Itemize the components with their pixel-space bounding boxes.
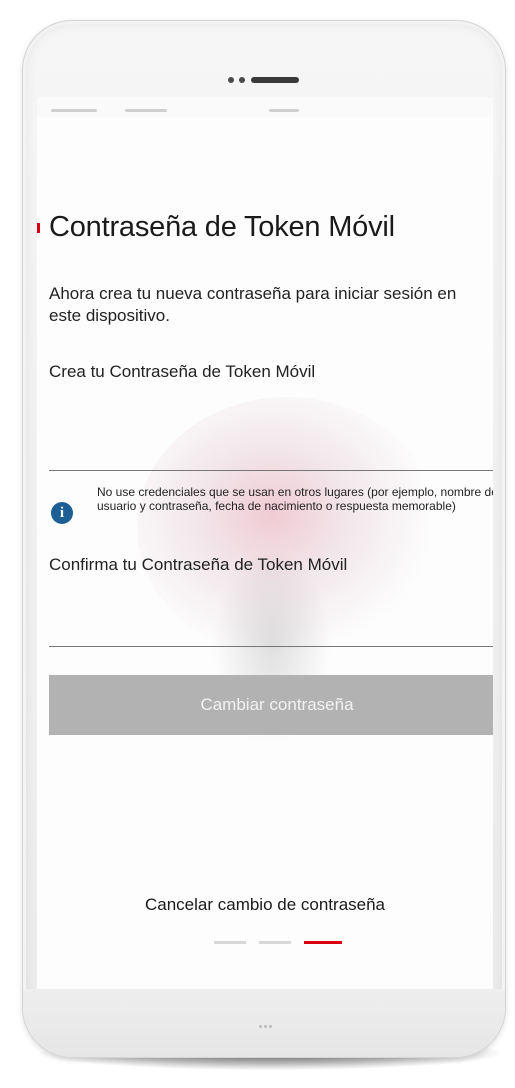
bottom-bezel bbox=[23, 989, 505, 1057]
earpiece-speaker bbox=[251, 77, 299, 83]
home-indicator-dot bbox=[269, 1025, 272, 1028]
top-bezel bbox=[23, 21, 505, 97]
confirm-password-input[interactable] bbox=[49, 610, 493, 647]
front-camera-icon bbox=[228, 77, 234, 83]
status-bar bbox=[37, 97, 493, 117]
status-bar-signal bbox=[51, 109, 97, 112]
pager-step-2 bbox=[259, 941, 291, 944]
confirm-password-label: Confirma tu Contraseña de Token Móvil bbox=[49, 555, 348, 574]
pager-step-1 bbox=[214, 941, 246, 944]
sensor-icon bbox=[239, 77, 245, 83]
status-bar-time bbox=[269, 109, 299, 112]
info-icon: i bbox=[51, 502, 73, 524]
pager-step-3-active bbox=[304, 941, 342, 944]
phone-frame: Contraseña de Token Móvil Ahora crea tu … bbox=[22, 20, 506, 1058]
app-screen: Contraseña de Token Móvil Ahora crea tu … bbox=[37, 97, 493, 989]
cancel-password-change-link[interactable]: Cancelar cambio de contraseña bbox=[37, 895, 493, 915]
home-indicator-dot bbox=[259, 1025, 262, 1028]
create-password-input[interactable] bbox=[49, 434, 493, 471]
info-text: No use credenciales que se usan en otros… bbox=[97, 485, 493, 513]
page-title: Contraseña de Token Móvil bbox=[49, 211, 395, 243]
stage: Contraseña de Token Móvil Ahora crea tu … bbox=[0, 0, 515, 1088]
change-password-button[interactable]: Cambiar contraseña bbox=[49, 675, 493, 735]
home-indicator-dot bbox=[264, 1025, 267, 1028]
back-indicator[interactable] bbox=[37, 223, 40, 233]
intro-text: Ahora crea tu nueva contraseña para inic… bbox=[49, 284, 457, 325]
status-bar-carrier bbox=[125, 109, 167, 112]
create-password-label: Crea tu Contraseña de Token Móvil bbox=[49, 362, 316, 381]
